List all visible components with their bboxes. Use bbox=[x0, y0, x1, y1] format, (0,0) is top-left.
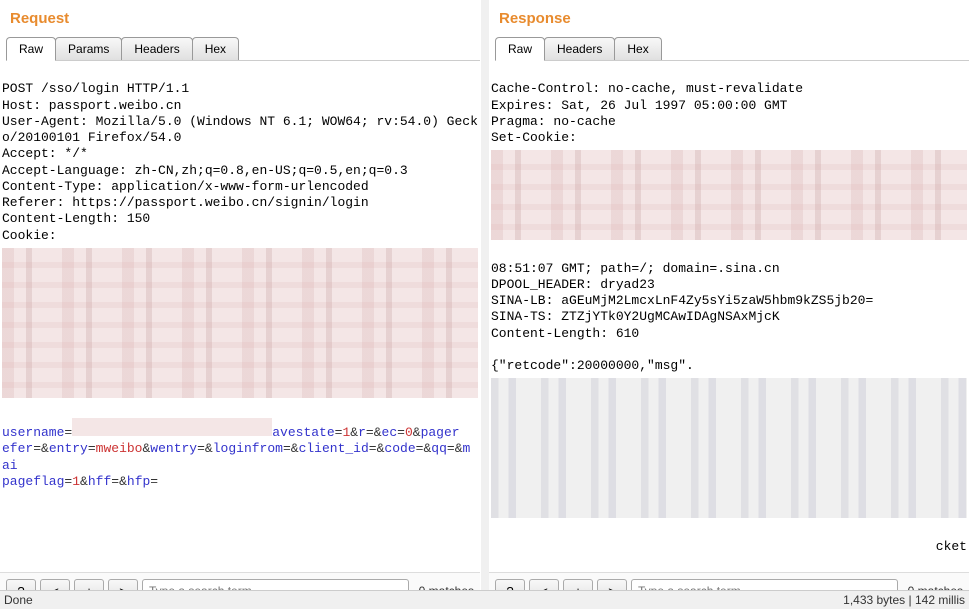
tab-headers[interactable]: Headers bbox=[121, 37, 192, 60]
request-line: POST /sso/login HTTP/1.1 bbox=[2, 81, 189, 96]
response-line: cket bbox=[491, 539, 967, 555]
response-content[interactable]: Cache-Control: no-cache, must-revalidate… bbox=[489, 61, 969, 572]
response-line: 08:51:07 GMT; path=/; domain=.sina.cn bbox=[491, 261, 780, 276]
request-tabs: Raw Params Headers Hex bbox=[6, 37, 480, 61]
response-line: }, loginresulturl : bbox=[491, 571, 639, 572]
tab-raw[interactable]: Raw bbox=[495, 37, 545, 61]
tab-raw[interactable]: Raw bbox=[6, 37, 56, 61]
request-content[interactable]: POST /sso/login HTTP/1.1 Host: passport.… bbox=[0, 61, 480, 572]
status-left: Done bbox=[4, 593, 33, 607]
request-title: Request bbox=[10, 10, 480, 27]
redacted-block bbox=[491, 378, 967, 518]
panel-divider[interactable] bbox=[481, 0, 489, 609]
request-line: User-Agent: Mozilla/5.0 (Windows NT 6.1;… bbox=[2, 114, 478, 145]
tab-hex[interactable]: Hex bbox=[192, 37, 239, 60]
tab-headers[interactable]: Headers bbox=[544, 37, 615, 60]
request-panel: Request Raw Params Headers Hex POST /sso… bbox=[0, 0, 481, 609]
tab-params[interactable]: Params bbox=[55, 37, 122, 60]
response-line: DPOOL_HEADER: dryad23 bbox=[491, 277, 655, 292]
request-line: Accept-Language: zh-CN,zh;q=0.8,en-US;q=… bbox=[2, 163, 408, 178]
response-line: Pragma: no-cache bbox=[491, 114, 616, 129]
response-line: Set-Cookie: bbox=[491, 130, 577, 145]
status-bar: Done 1,433 bytes | 142 millis bbox=[0, 590, 969, 609]
request-line: Host: passport.weibo.cn bbox=[2, 98, 181, 113]
status-right: 1,433 bytes | 142 millis bbox=[843, 593, 965, 607]
response-tabs: Raw Headers Hex bbox=[495, 37, 969, 61]
response-line: Expires: Sat, 26 Jul 1997 05:00:00 GMT bbox=[491, 98, 787, 113]
request-line: Referer: https://passport.weibo.cn/signi… bbox=[2, 195, 369, 210]
response-line: Content-Length: 610 bbox=[491, 326, 639, 341]
tab-hex[interactable]: Hex bbox=[614, 37, 661, 60]
response-line: SINA-LB: aGEuMjM2LmcxLnF4Zy5sYi5zaW5hbm9… bbox=[491, 293, 873, 308]
request-params: username=avestate=1&r=&ec=0&pager efer=&… bbox=[2, 418, 478, 490]
redacted-block bbox=[2, 248, 478, 398]
response-title: Response bbox=[499, 10, 969, 27]
redacted-block bbox=[491, 150, 967, 240]
request-line: Accept: */* bbox=[2, 146, 88, 161]
response-line: {"retcode":20000000,"msg". bbox=[491, 358, 694, 373]
request-line: Content-Length: 150 bbox=[2, 211, 150, 226]
response-line: Cache-Control: no-cache, must-revalidate bbox=[491, 81, 803, 96]
response-line: SINA-TS: ZTZjYTk0Y2UgMCAwIDAgNSAxMjcK bbox=[491, 309, 780, 324]
response-panel: Response Raw Headers Hex Cache-Control: … bbox=[489, 0, 969, 609]
request-line: Cookie: bbox=[2, 228, 57, 243]
request-line: Content-Type: application/x-www-form-url… bbox=[2, 179, 369, 194]
